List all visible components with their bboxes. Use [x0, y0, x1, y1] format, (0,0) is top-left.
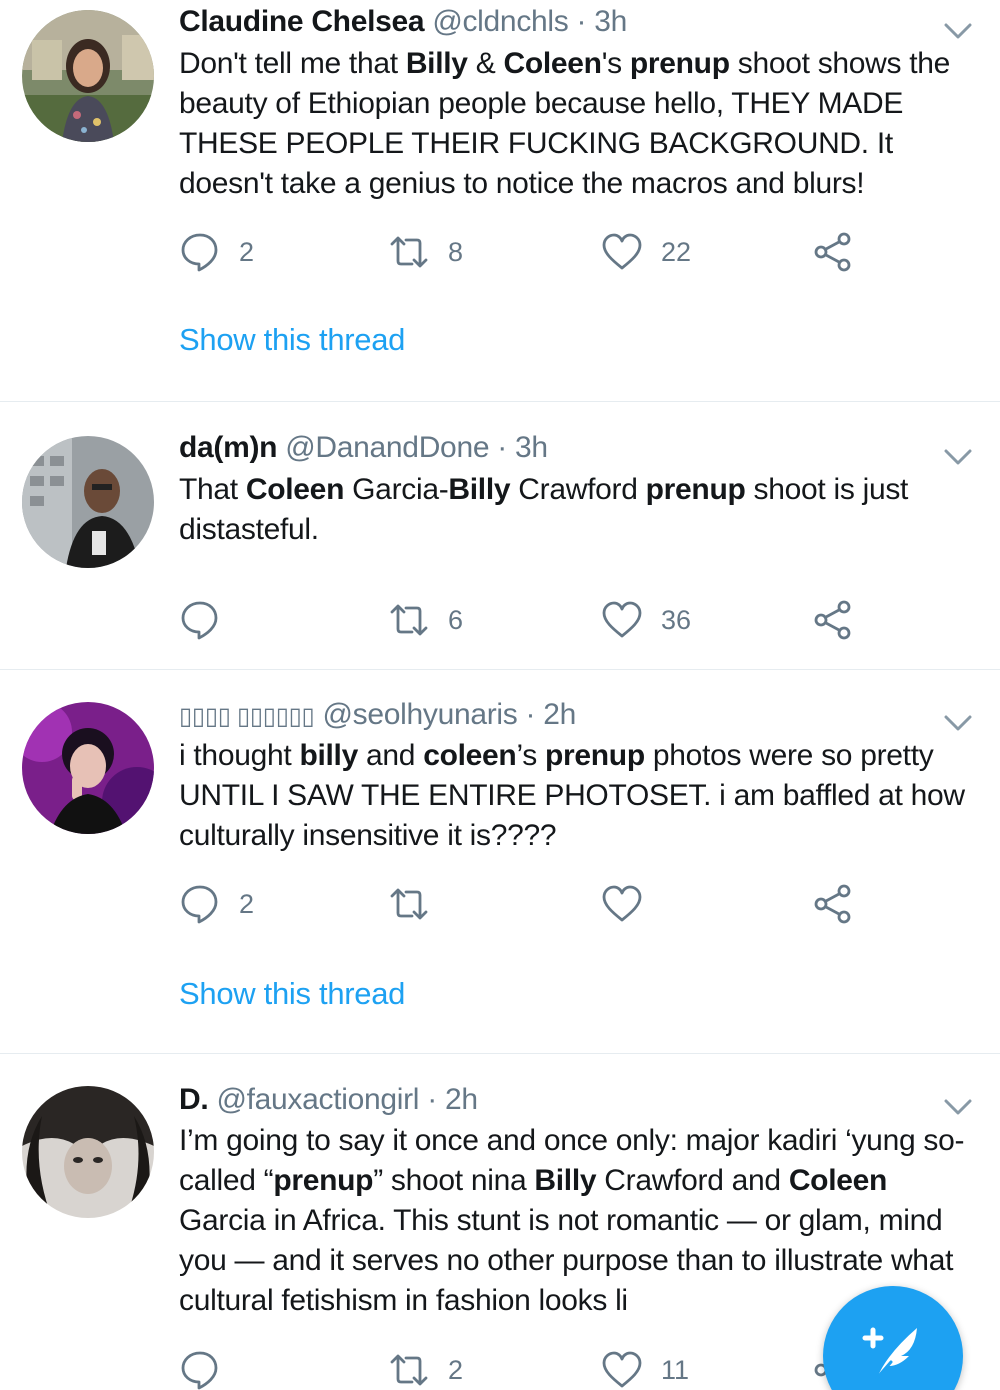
tweet-text: That Coleen Garcia-Billy Crawford prenup… [179, 473, 909, 546]
like-count: 22 [661, 236, 692, 267]
tweet-text: Don't tell me that Billy & Coleen's pren… [179, 47, 951, 200]
retweet-icon [390, 604, 428, 636]
avatar[interactable] [22, 1086, 154, 1218]
avatar[interactable] [22, 702, 154, 834]
tweet-menu-button[interactable] [944, 22, 972, 40]
avatar[interactable] [22, 10, 154, 142]
tweet-text: I’m going to say it once and once only: … [179, 1124, 965, 1317]
like-button[interactable]: 22 [601, 230, 691, 274]
timestamp[interactable]: 2h [543, 698, 576, 731]
display-name[interactable]: D. [179, 1083, 209, 1116]
reply-count: 2 [239, 888, 255, 919]
tweet-actions: 2 8 22 [0, 230, 1000, 274]
tweet-menu-button[interactable] [944, 448, 972, 466]
timestamp[interactable]: 3h [515, 431, 548, 464]
chevron-down-icon [944, 449, 972, 465]
tweet[interactable]: ▯▯▯▯ ▯▯▯▯▯▯ @seolhyunaris · 2h i thought… [0, 670, 1000, 1054]
display-name[interactable]: da(m)n [179, 431, 278, 464]
separator-dot: · [576, 5, 587, 38]
display-name[interactable]: Claudine Chelsea [179, 5, 425, 38]
chevron-down-icon [944, 1099, 972, 1115]
like-count: 36 [661, 604, 692, 635]
compose-tweet-icon [862, 1327, 917, 1380]
retweet-button[interactable]: 6 [388, 598, 463, 642]
heart-icon [602, 233, 642, 270]
reply-count: 2 [239, 236, 255, 267]
avatar-image [22, 1086, 154, 1218]
share-icon [814, 600, 851, 640]
display-name[interactable]: ▯▯▯▯ ▯▯▯▯▯▯ [179, 703, 315, 730]
reply-button[interactable] [179, 1348, 239, 1390]
user-handle[interactable]: @cldnchls [432, 5, 568, 38]
retweet-count: 8 [448, 236, 464, 267]
tweet-actions: 2 [0, 882, 1000, 926]
share-icon [814, 884, 851, 924]
retweet-button[interactable]: 2 [388, 1348, 463, 1390]
separator-dot: · [427, 1083, 437, 1116]
avatar[interactable] [22, 436, 154, 568]
retweet-icon [390, 236, 428, 268]
retweet-count: 2 [448, 1354, 464, 1385]
timestamp[interactable]: 3h [594, 5, 627, 38]
retweet-icon [390, 888, 428, 920]
like-button[interactable]: 36 [601, 598, 691, 642]
share-button[interactable] [812, 882, 854, 926]
reply-icon [181, 885, 218, 924]
tweet-actions: 6 36 [0, 598, 1000, 642]
reply-button[interactable]: 2 [179, 882, 254, 926]
reply-button[interactable]: 2 [179, 230, 254, 274]
tweet-menu-button[interactable] [944, 1098, 972, 1116]
heart-icon [602, 601, 642, 638]
share-icon [814, 232, 851, 272]
chevron-down-icon [944, 23, 972, 39]
chevron-down-icon [944, 715, 972, 731]
share-button[interactable] [812, 230, 854, 274]
separator-dot: · [525, 698, 536, 731]
retweet-button[interactable] [388, 882, 448, 926]
retweet-count: 6 [448, 604, 464, 635]
like-button[interactable] [601, 882, 661, 926]
show-thread-link[interactable]: Show this thread [179, 322, 405, 358]
heart-icon [602, 1351, 642, 1388]
like-count: 11 [661, 1354, 690, 1385]
user-handle[interactable]: @seolhyunaris [323, 698, 518, 731]
reply-icon [181, 1351, 218, 1390]
heart-icon [602, 885, 642, 922]
tweet-header: ▯▯▯▯ ▯▯▯▯▯▯ @seolhyunaris · 2h [179, 697, 576, 735]
avatar-image [22, 436, 154, 568]
show-thread-link[interactable]: Show this thread [179, 976, 405, 1012]
user-handle[interactable]: @fauxactiongirl [216, 1083, 419, 1116]
tweet-header: Claudine Chelsea @cldnchls · 3h [179, 4, 627, 40]
like-button[interactable]: 11 [601, 1348, 689, 1390]
share-button[interactable] [812, 598, 854, 642]
avatar-image [22, 10, 154, 142]
tweet[interactable]: da(m)n @DanandDone · 3h That Coleen Garc… [0, 402, 1000, 670]
timestamp[interactable]: 2h [445, 1083, 478, 1116]
retweet-button[interactable]: 8 [388, 230, 463, 274]
tweet-header: da(m)n @DanandDone · 3h [179, 430, 548, 466]
tweet-menu-button[interactable] [944, 714, 972, 732]
tweet-header: D. @fauxactiongirl · 2h [179, 1082, 478, 1118]
tweet[interactable]: Claudine Chelsea @cldnchls · 3h Don't te… [0, 0, 1000, 402]
separator-dot: · [497, 431, 507, 464]
reply-icon [181, 601, 218, 640]
retweet-icon [390, 1354, 428, 1386]
user-handle[interactable]: @DanandDone [285, 431, 489, 464]
reply-icon [181, 233, 218, 272]
reply-button[interactable] [179, 598, 239, 642]
tweet-text: i thought billy and coleen’s prenup phot… [179, 739, 965, 852]
avatar-image [22, 702, 154, 834]
